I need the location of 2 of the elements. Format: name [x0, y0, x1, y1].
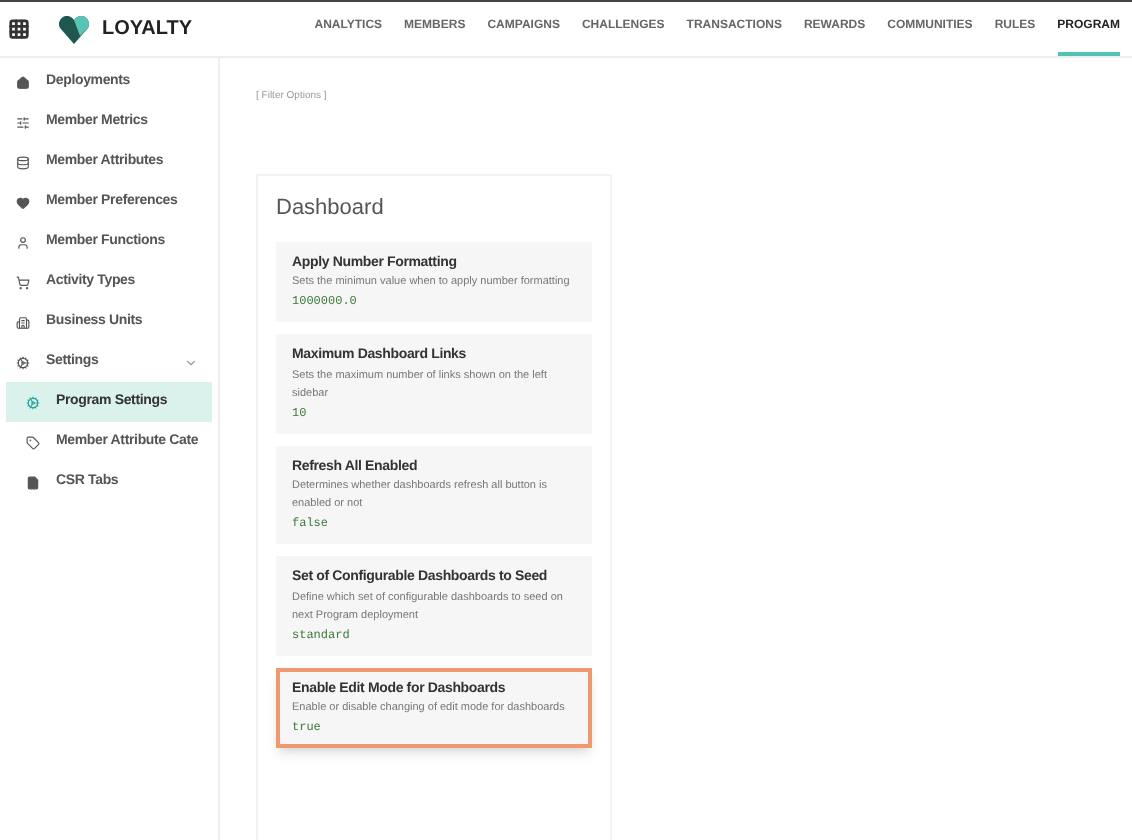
panel-title: Dashboard	[276, 194, 386, 224]
brand-name: LOYALTY	[102, 16, 193, 44]
